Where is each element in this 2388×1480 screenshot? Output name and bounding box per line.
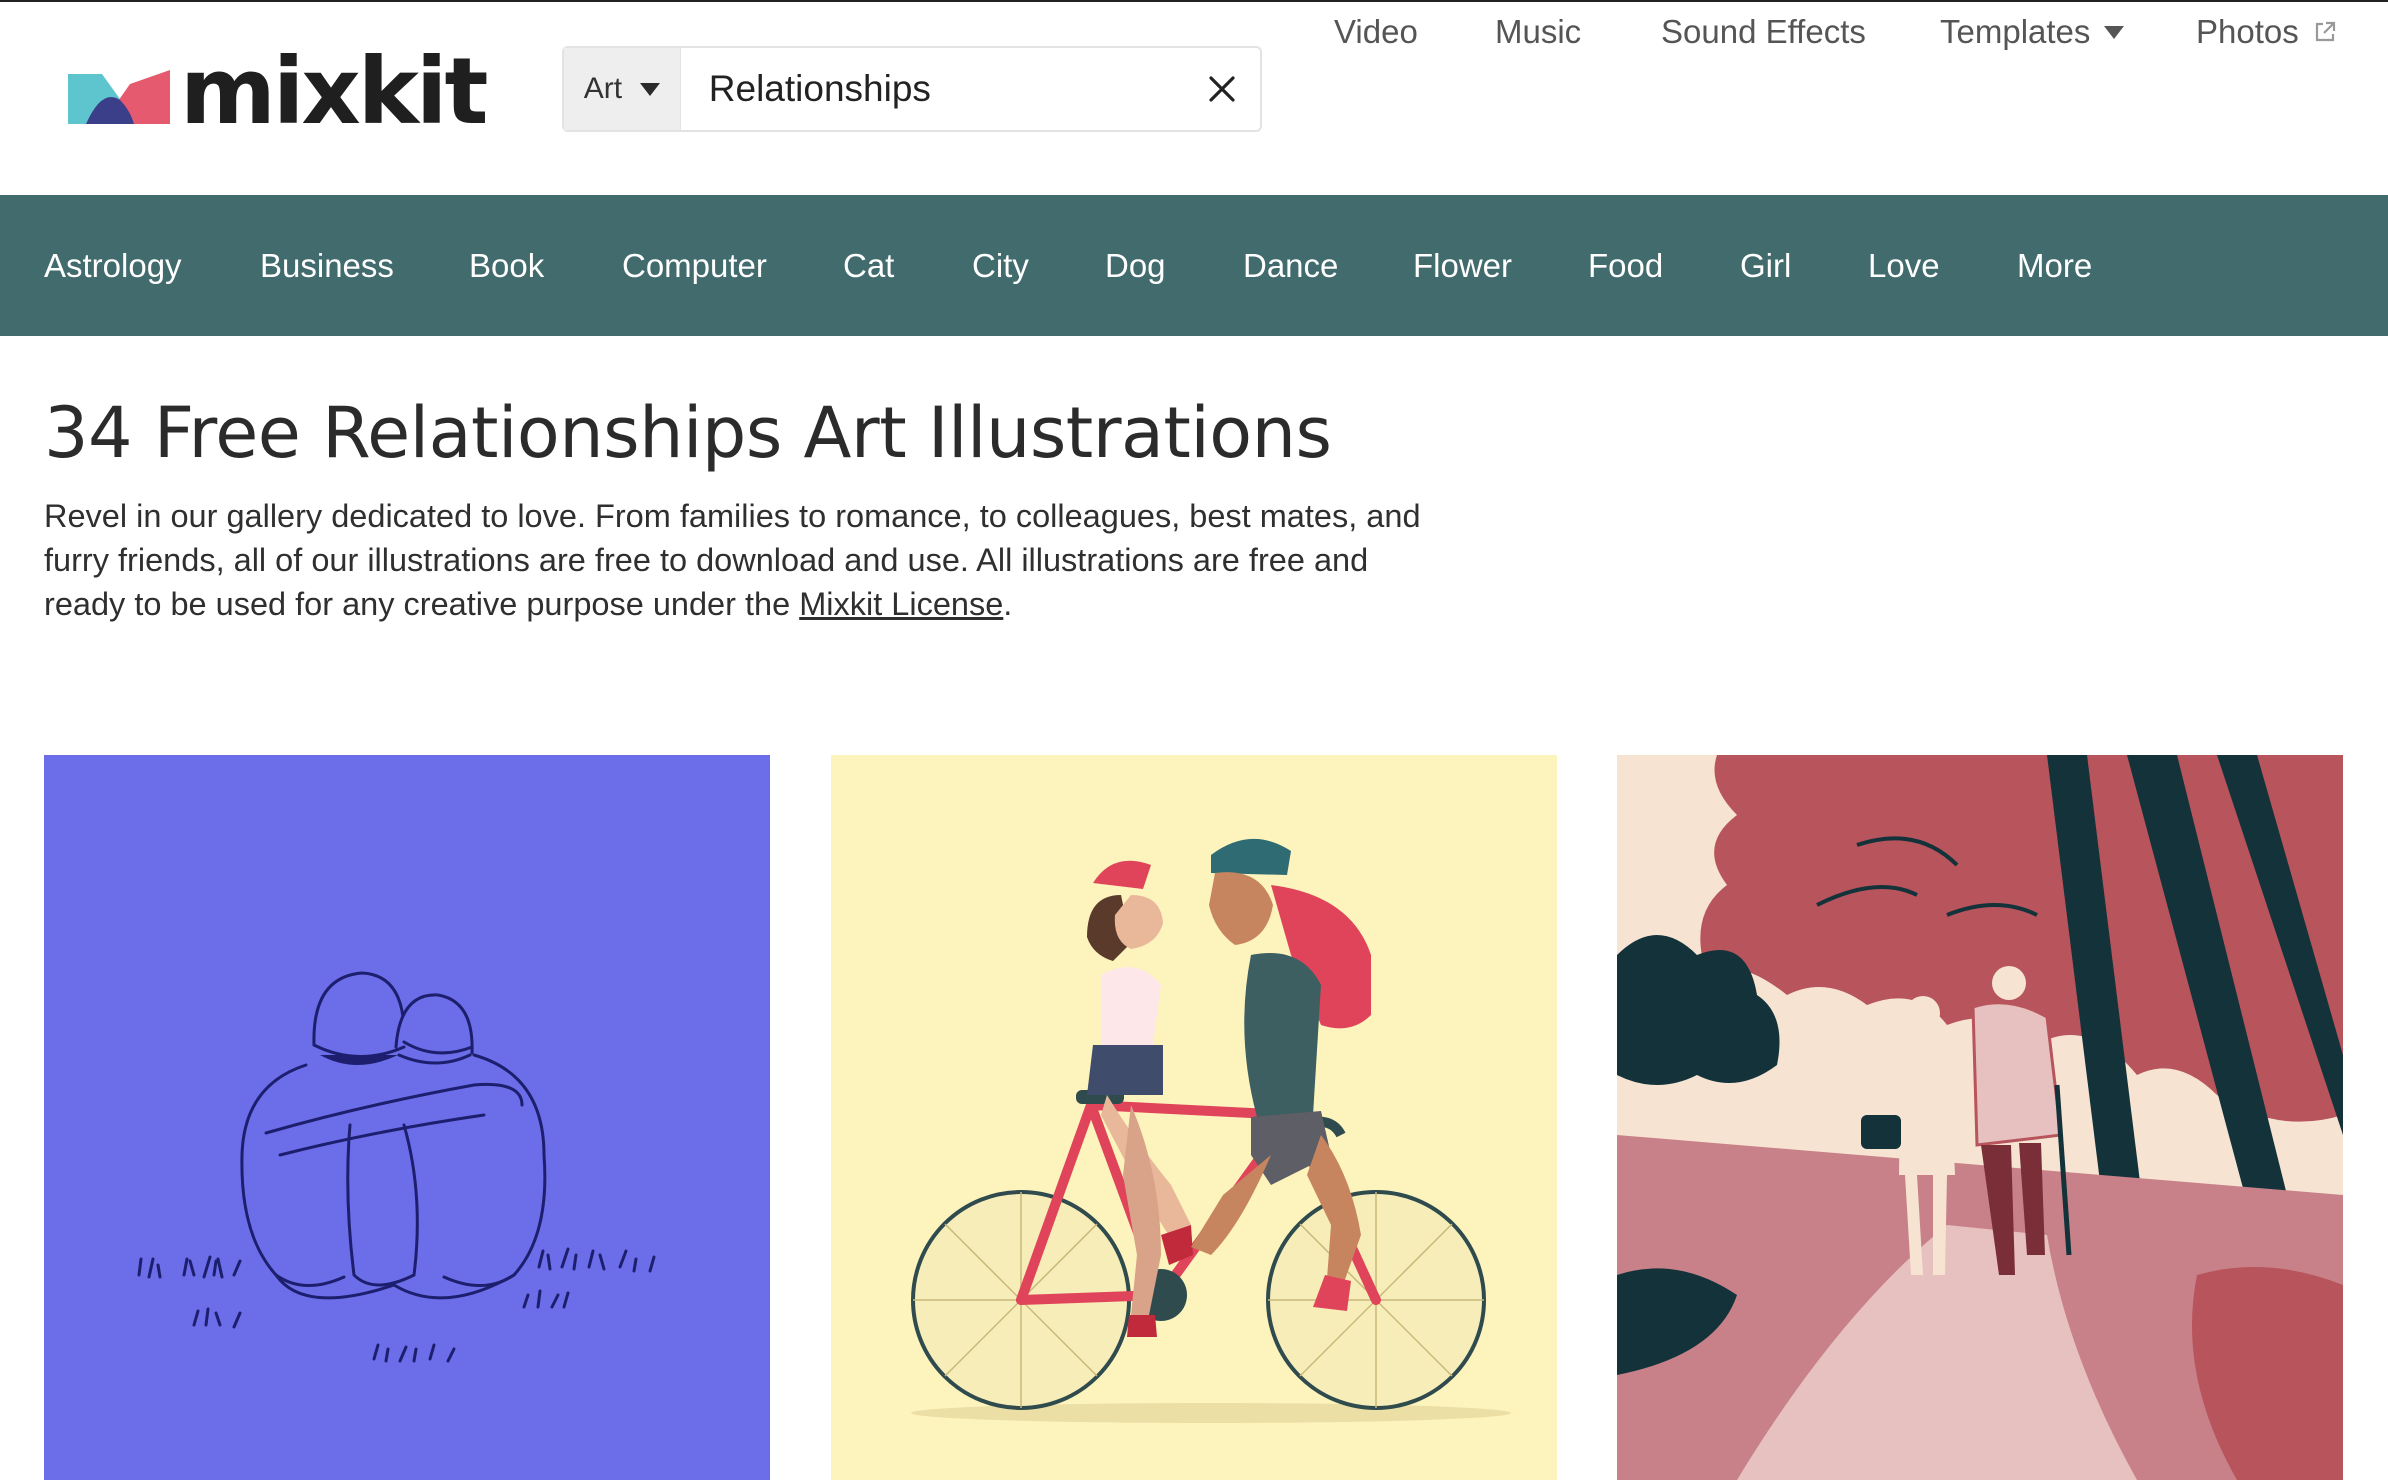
category-flower[interactable]: Flower	[1413, 195, 1512, 336]
nav-music-label: Music	[1495, 13, 1582, 50]
page-title: 34 Free Relationships Art Illustrations	[44, 392, 1332, 474]
hugging-couple-illustration	[44, 755, 770, 1480]
logo[interactable]: mixkit	[68, 42, 488, 142]
caret-down-icon	[2104, 25, 2125, 39]
illustration-card-hugging-couple[interactable]	[44, 755, 770, 1480]
logo-mark-icon	[68, 70, 170, 124]
site-header: mixkit Art Video Music Sound Effects Tem…	[0, 2, 2388, 195]
logo-text: mixkit	[180, 38, 488, 145]
category-dance[interactable]: Dance	[1243, 195, 1338, 336]
illustration-card-bicycle-kiss[interactable]	[831, 755, 1557, 1480]
nav-video[interactable]: Video	[1334, 2, 1418, 62]
search-type-label: Art	[583, 72, 623, 105]
bicycle-kiss-illustration	[831, 755, 1557, 1480]
nav-music[interactable]: Music	[1495, 2, 1581, 62]
clear-search-button[interactable]	[1185, 48, 1260, 130]
category-food[interactable]: Food	[1588, 195, 1663, 336]
close-icon	[1209, 76, 1235, 102]
nav-sound-effects[interactable]: Sound Effects	[1661, 2, 1866, 62]
page-description: Revel in our gallery dedicated to love. …	[44, 494, 1444, 626]
category-business[interactable]: Business	[260, 195, 394, 336]
category-cat[interactable]: Cat	[843, 195, 894, 336]
category-dog[interactable]: Dog	[1105, 195, 1166, 336]
nav-video-label: Video	[1334, 13, 1418, 50]
category-computer[interactable]: Computer	[622, 195, 767, 336]
nav-photos-label: Photos	[2196, 13, 2299, 50]
nav-templates-label: Templates	[1940, 13, 2091, 50]
category-love[interactable]: Love	[1868, 195, 1940, 336]
caret-down-icon	[640, 82, 661, 96]
category-bar: Astrology Business Book Computer Cat Cit…	[0, 195, 2388, 336]
category-more[interactable]: More	[2017, 195, 2092, 336]
search-input[interactable]	[680, 48, 1185, 130]
license-link[interactable]: Mixkit License	[799, 586, 1003, 622]
external-link-icon	[2315, 21, 2335, 42]
description-end: .	[1003, 586, 1013, 622]
category-girl[interactable]: Girl	[1740, 195, 1791, 336]
search-bar: Art	[562, 46, 1262, 132]
nav-sound-effects-label: Sound Effects	[1661, 13, 1866, 50]
description-text: Revel in our gallery dedicated to love. …	[44, 498, 1421, 622]
illustration-card-elderly-couple[interactable]	[1617, 755, 2343, 1480]
elderly-couple-illustration	[1617, 755, 2343, 1480]
category-astrology[interactable]: Astrology	[44, 195, 182, 336]
search-type-dropdown[interactable]: Art	[564, 48, 681, 130]
category-book[interactable]: Book	[469, 195, 544, 336]
category-city[interactable]: City	[972, 195, 1029, 336]
nav-photos[interactable]: Photos	[2196, 2, 2337, 62]
nav-templates[interactable]: Templates	[1940, 2, 2125, 62]
